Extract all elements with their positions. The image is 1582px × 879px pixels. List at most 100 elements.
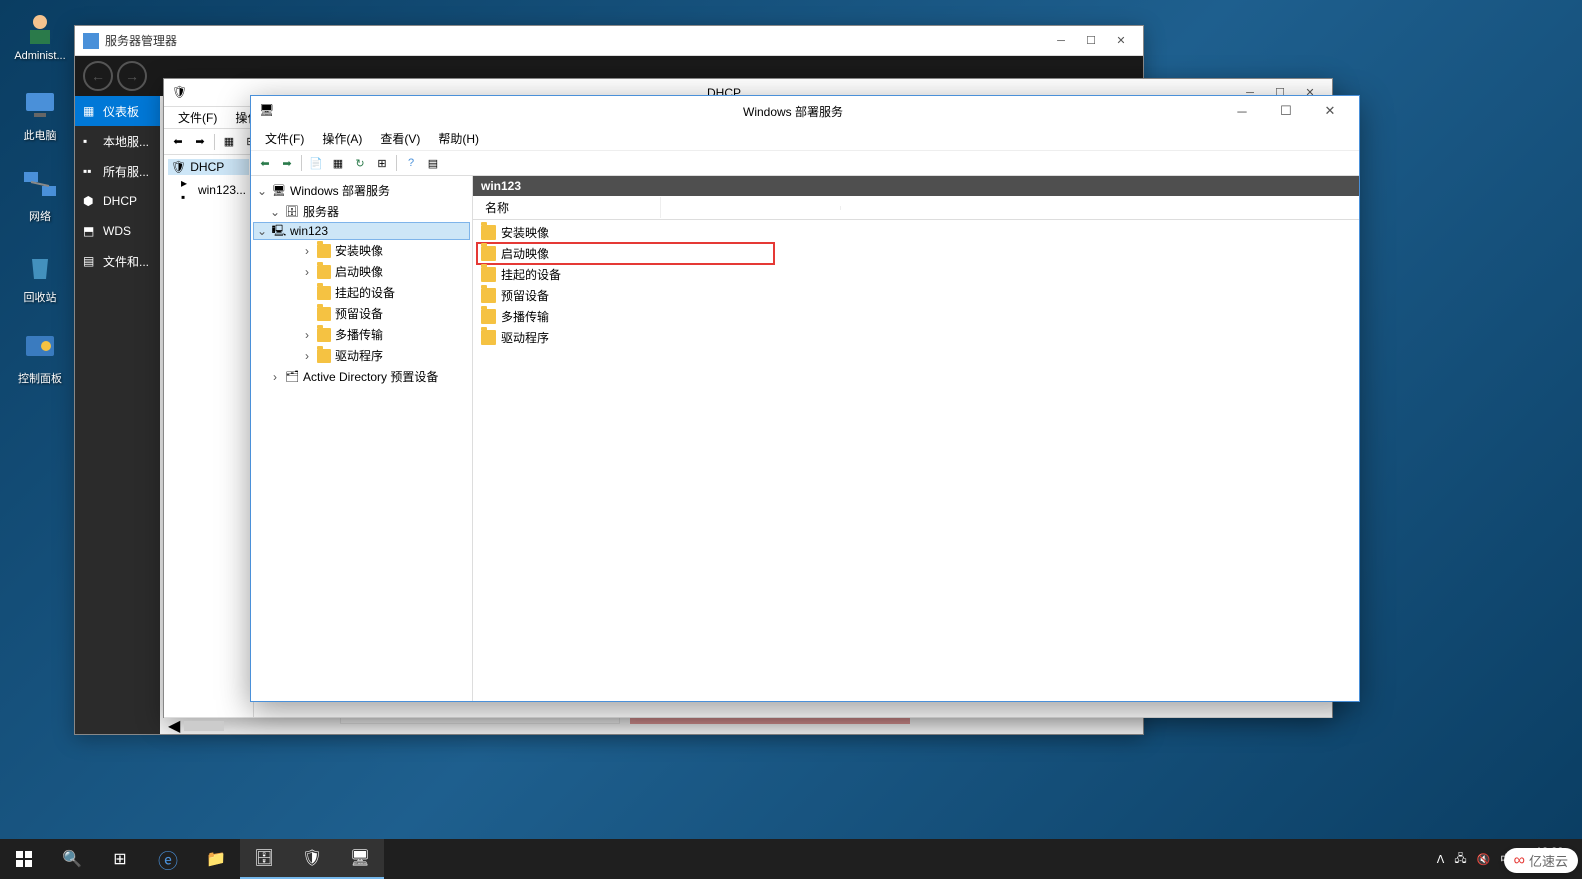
refresh-icon[interactable]: ↻ [350, 153, 370, 173]
list-item-install-images[interactable]: 安装映像 [477, 222, 1355, 243]
watermark: ∞ 亿速云 [1504, 848, 1578, 873]
menu-help[interactable]: 帮助(H) [430, 128, 487, 149]
taskbar-dhcp[interactable]: 🛡 [288, 839, 336, 879]
menu-action[interactable]: 操作(A) [314, 128, 370, 149]
scroll-thumb[interactable] [184, 721, 224, 731]
back-button[interactable]: ← [83, 61, 113, 91]
forward-button[interactable]: → [117, 61, 147, 91]
tray-chevron-icon[interactable]: ᐱ [1437, 853, 1445, 866]
wds-content: win123 名称 安装映像 启动映像 挂起的设备 预留设备 多播传输 驱动程序 [473, 176, 1359, 701]
dashboard-icon: ▦ [83, 104, 97, 118]
tree-install-images[interactable]: ›安装映像 [253, 240, 470, 261]
window-title: Windows 部署服务 [743, 103, 1221, 120]
desktop-icon-control-panel[interactable]: 控制面板 [10, 330, 70, 386]
sidebar-item-local[interactable]: ▪本地服... [75, 126, 160, 156]
tree-server-win123[interactable]: ⌄🖳win123 [253, 222, 470, 240]
desktop-icons: Administ... 此电脑 网络 回收站 控制面板 [10, 10, 70, 386]
expand-icon[interactable]: › [301, 244, 313, 258]
folder-icon [317, 328, 331, 342]
expand-icon[interactable]: › [301, 265, 313, 279]
search-button[interactable]: 🔍 [48, 839, 96, 879]
wds-tree: ⌄🖥Windows 部署服务 ⌄🗄服务器 ⌄🖳win123 ›安装映像 ›启动映… [251, 176, 473, 701]
expand-icon[interactable]: › [301, 328, 313, 342]
tree-reserved-devices[interactable]: 预留设备 [253, 303, 470, 324]
desktop-icon-computer[interactable]: 此电脑 [10, 87, 70, 143]
dhcp-tree: 🛡 DHCP ▸ ▪ win123... [164, 155, 254, 717]
sidebar-item-wds[interactable]: ⬒WDS [75, 216, 160, 246]
sidebar-item-dashboard[interactable]: ▦仪表板 [75, 96, 160, 126]
scrollbar[interactable]: ◀ [164, 717, 1332, 733]
tree-child-server[interactable]: ▸ ▪ win123... [178, 175, 249, 205]
forward-icon[interactable]: ➡ [277, 153, 297, 173]
help-icon[interactable]: ? [401, 153, 421, 173]
maximize-button[interactable]: ☐ [1077, 31, 1105, 51]
taskbar-server-manager[interactable]: 🗄 [240, 839, 288, 879]
toolbar-btn[interactable]: ▦ [328, 153, 348, 173]
user-icon [22, 10, 58, 46]
sidebar-item-dhcp[interactable]: ⬢DHCP [75, 186, 160, 216]
wds-toolbar: ⬅ ➡ 📄 ▦ ↻ ⊞ ? ▤ [251, 150, 1359, 176]
folder-icon [481, 246, 496, 261]
tree-boot-images[interactable]: ›启动映像 [253, 261, 470, 282]
desktop-icon-recycle[interactable]: 回收站 [10, 249, 70, 305]
tree-servers[interactable]: ⌄🗄服务器 [253, 201, 470, 222]
tree-root-dhcp[interactable]: 🛡 DHCP [168, 159, 249, 175]
list-item-boot-images[interactable]: 启动映像 [477, 243, 774, 264]
toolbar-btn[interactable]: 📄 [306, 153, 326, 173]
maximize-button[interactable]: ☐ [1265, 98, 1307, 124]
expand-icon[interactable]: › [301, 349, 313, 363]
server-manager-titlebar[interactable]: 服务器管理器 ─ ☐ ✕ [75, 26, 1143, 56]
taskbar-explorer[interactable]: 📁 [192, 839, 240, 879]
forward-icon[interactable]: ➡ [190, 132, 210, 152]
toolbar-btn[interactable]: ▤ [423, 153, 443, 173]
tree-drivers[interactable]: ›驱动程序 [253, 345, 470, 366]
computer-icon [22, 87, 58, 123]
toolbar-btn[interactable]: ⊞ [372, 153, 392, 173]
task-view-button[interactable]: ⊞ [96, 839, 144, 879]
list-item-pending-devices[interactable]: 挂起的设备 [477, 264, 1355, 285]
start-button[interactable] [0, 839, 48, 879]
menu-file[interactable]: 文件(F) [170, 107, 225, 128]
wds-menubar: 文件(F) 操作(A) 查看(V) 帮助(H) [251, 126, 1359, 150]
tree-pending-devices[interactable]: 挂起的设备 [253, 282, 470, 303]
folder-icon [481, 330, 496, 345]
sidebar-item-files[interactable]: ▤文件和... [75, 246, 160, 276]
desktop-icon-network[interactable]: 网络 [10, 168, 70, 224]
back-icon[interactable]: ⬅ [255, 153, 275, 173]
servers-icon: ▪▪ [83, 164, 97, 178]
menu-file[interactable]: 文件(F) [257, 128, 312, 149]
taskbar-wds[interactable]: 🖥 [336, 839, 384, 879]
collapse-icon[interactable]: ⌄ [256, 224, 268, 238]
close-button[interactable]: ✕ [1309, 98, 1351, 124]
minimize-button[interactable]: ─ [1047, 31, 1075, 51]
wds-titlebar[interactable]: 🖥 Windows 部署服务 ─ ☐ ✕ [251, 96, 1359, 126]
list-item-multicast[interactable]: 多播传输 [477, 306, 1355, 327]
files-icon: ▤ [83, 254, 97, 268]
desktop-icon-administrator[interactable]: Administ... [10, 10, 70, 62]
collapse-icon[interactable]: ⌄ [256, 184, 268, 198]
expand-icon[interactable]: › [269, 370, 281, 384]
sidebar-item-all[interactable]: ▪▪所有服... [75, 156, 160, 186]
folder-icon [481, 309, 496, 324]
tray-network-icon[interactable]: 🖧 [1454, 850, 1466, 869]
column-blank[interactable] [661, 206, 841, 210]
wds-icon: ⬒ [83, 224, 97, 238]
back-icon[interactable]: ⬅ [168, 132, 188, 152]
menu-view[interactable]: 查看(V) [372, 128, 428, 149]
network-icon [22, 168, 58, 204]
tree-multicast[interactable]: ›多播传输 [253, 324, 470, 345]
tree-root-wds[interactable]: ⌄🖥Windows 部署服务 [253, 180, 470, 201]
folder-icon [481, 267, 496, 282]
list-item-reserved-devices[interactable]: 预留设备 [477, 285, 1355, 306]
column-name[interactable]: 名称 [481, 197, 661, 218]
tree-ad-prestage[interactable]: ›🗂Active Directory 预置设备 [253, 366, 470, 387]
list-item-drivers[interactable]: 驱动程序 [477, 327, 1355, 348]
minimize-button[interactable]: ─ [1221, 98, 1263, 124]
collapse-icon[interactable]: ⌄ [269, 205, 281, 219]
watermark-icon: ∞ [1514, 852, 1525, 870]
close-button[interactable]: ✕ [1107, 31, 1135, 51]
tray-volume-icon[interactable]: 🔇 [1477, 853, 1491, 866]
taskbar-ie[interactable]: ⓔ [144, 839, 192, 879]
toolbar-btn[interactable]: ▦ [219, 132, 239, 152]
folder-icon [317, 349, 331, 363]
